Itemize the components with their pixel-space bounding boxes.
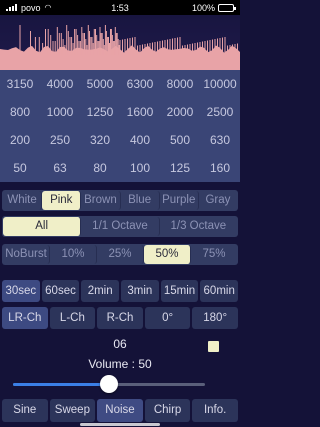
frequency-button-1000[interactable]: 1000 xyxy=(40,105,80,119)
duration-60sec[interactable]: 60sec xyxy=(41,280,80,302)
volume-label: Volume : 50 xyxy=(88,357,152,371)
burst-75[interactable]: 75% xyxy=(191,245,237,264)
burst-selector: NoBurst 10% 25% 50% 75% xyxy=(2,244,238,265)
frequency-row: 800 1000 1250 1600 2000 2500 xyxy=(0,98,240,126)
duration-2min[interactable]: 2min xyxy=(81,280,120,302)
frequency-button-125[interactable]: 125 xyxy=(160,161,200,175)
frequency-row: 200 250 320 400 500 630 xyxy=(0,126,240,154)
noise-color-brown[interactable]: Brown xyxy=(81,191,121,210)
channel-lr-ch[interactable]: LR-Ch xyxy=(2,307,48,329)
noise-color-pink[interactable]: Pink xyxy=(42,191,82,210)
frequency-button-80[interactable]: 80 xyxy=(80,161,120,175)
status-bar: povo ◠ 1:53 100% xyxy=(0,0,240,15)
channel-l-ch[interactable]: L-Ch xyxy=(49,307,96,329)
noise-color-white[interactable]: White xyxy=(3,191,43,210)
carrier-label: povo xyxy=(21,2,41,13)
track-checkbox[interactable] xyxy=(208,341,219,352)
channel-180deg[interactable]: 180° xyxy=(192,307,238,329)
tab-bar: Sine Sweep Noise Chirp Info. xyxy=(0,399,240,422)
status-left: povo ◠ xyxy=(6,3,52,13)
tab-info[interactable]: Info. xyxy=(192,399,238,422)
frequency-button-1250[interactable]: 1250 xyxy=(80,105,120,119)
tab-sine[interactable]: Sine xyxy=(2,399,48,422)
wifi-icon: ◠ xyxy=(44,3,52,12)
bandwidth-1-1-octave[interactable]: 1/1 Octave xyxy=(81,217,160,236)
burst-noburst[interactable]: NoBurst xyxy=(3,245,50,264)
noise-color-blue[interactable]: Blue xyxy=(121,191,160,210)
frequency-button-160[interactable]: 160 xyxy=(200,161,240,175)
noise-color-purple[interactable]: Purple xyxy=(160,191,199,210)
duration-60min[interactable]: 60min xyxy=(200,280,239,302)
tab-noise[interactable]: Noise xyxy=(97,399,143,422)
volume-slider-fill xyxy=(13,383,109,386)
channel-selector: LR-Ch L-Ch R-Ch 0° 180° xyxy=(2,307,238,329)
bandwidth-selector: All 1/1 Octave 1/3 Octave xyxy=(2,216,238,237)
frequency-button-630[interactable]: 630 xyxy=(200,133,240,147)
frequency-button-6300[interactable]: 6300 xyxy=(120,77,160,91)
home-indicator xyxy=(80,423,160,426)
channel-r-ch[interactable]: R-Ch xyxy=(97,307,143,329)
burst-10[interactable]: 10% xyxy=(50,245,97,264)
track-number: 06 xyxy=(113,337,127,351)
frequency-row: 3150 4000 5000 6300 8000 10000 xyxy=(0,70,240,98)
frequency-button-2000[interactable]: 2000 xyxy=(160,105,200,119)
channel-0deg[interactable]: 0° xyxy=(144,307,191,329)
spectrum-display xyxy=(0,15,240,70)
frequency-button-50[interactable]: 50 xyxy=(0,161,40,175)
frequency-button-10000[interactable]: 10000 xyxy=(200,77,240,91)
burst-25[interactable]: 25% xyxy=(97,245,144,264)
duration-15min[interactable]: 15min xyxy=(160,280,199,302)
battery-percent: 100% xyxy=(191,2,215,13)
battery-icon xyxy=(218,3,236,12)
frequency-button-1600[interactable]: 1600 xyxy=(120,105,160,119)
signal-icon xyxy=(6,4,17,11)
duration-3min[interactable]: 3min xyxy=(121,280,159,302)
frequency-button-5000[interactable]: 5000 xyxy=(80,77,120,91)
frequency-row: 50 63 80 100 125 160 xyxy=(0,154,240,182)
frequency-grid: 3150 4000 5000 6300 8000 10000 800 1000 1250 1600… xyxy=(0,70,240,182)
frequency-button-4000[interactable]: 4000 xyxy=(40,77,80,91)
volume-slider-thumb[interactable] xyxy=(100,375,118,393)
bandwidth-1-3-octave[interactable]: 1/3 Octave xyxy=(160,217,237,236)
frequency-button-320[interactable]: 320 xyxy=(80,133,120,147)
bandwidth-all[interactable]: All xyxy=(3,217,82,236)
frequency-button-2500[interactable]: 2500 xyxy=(200,105,240,119)
frequency-button-3150[interactable]: 3150 xyxy=(0,77,40,91)
frequency-button-8000[interactable]: 8000 xyxy=(160,77,200,91)
frequency-button-500[interactable]: 500 xyxy=(160,133,200,147)
duration-30sec[interactable]: 30sec xyxy=(2,280,40,302)
frequency-button-63[interactable]: 63 xyxy=(40,161,80,175)
frequency-button-100[interactable]: 100 xyxy=(120,161,160,175)
burst-50[interactable]: 50% xyxy=(144,245,191,264)
status-right: 100% xyxy=(191,2,236,13)
frequency-button-250[interactable]: 250 xyxy=(40,133,80,147)
noise-color-selector: White Pink Brown Blue Purple Gray xyxy=(2,190,238,211)
frequency-button-400[interactable]: 400 xyxy=(120,133,160,147)
tab-sweep[interactable]: Sweep xyxy=(49,399,96,422)
tab-chirp[interactable]: Chirp xyxy=(144,399,191,422)
frequency-button-200[interactable]: 200 xyxy=(0,133,40,147)
noise-color-gray[interactable]: Gray xyxy=(199,191,237,210)
frequency-button-800[interactable]: 800 xyxy=(0,105,40,119)
duration-selector: 30sec 60sec 2min 3min 15min 60min xyxy=(2,280,239,302)
spectrum-graph xyxy=(0,25,240,70)
